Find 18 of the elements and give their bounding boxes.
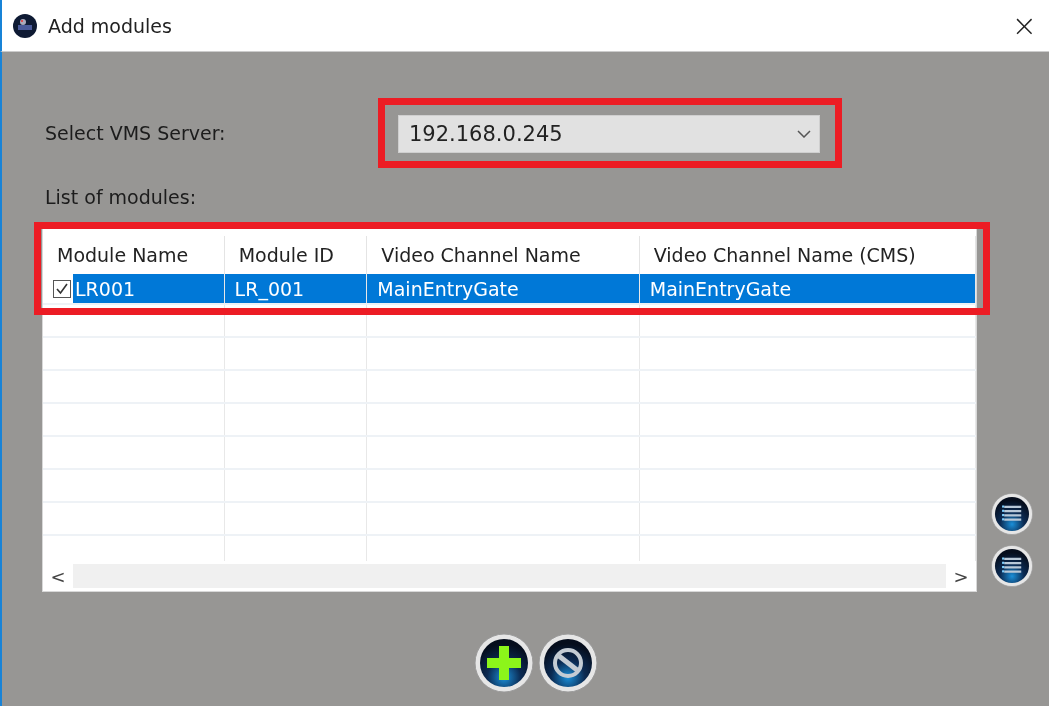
list-icon[interactable] bbox=[990, 492, 1034, 536]
close-button[interactable]: × bbox=[1011, 10, 1037, 41]
table-cell-text: MainEntryGate bbox=[376, 277, 519, 300]
scroll-left-arrow[interactable]: < bbox=[43, 565, 73, 587]
app-icon bbox=[12, 12, 38, 39]
server-dropdown[interactable]: 192.168.0.245 bbox=[398, 115, 820, 153]
cancel-icon[interactable] bbox=[536, 632, 599, 694]
list-icon[interactable] bbox=[990, 544, 1034, 588]
field-label: Select VMS Server: bbox=[45, 122, 227, 144]
table-cell: LR001 bbox=[73, 274, 224, 303]
caret-icon bbox=[797, 130, 811, 138]
scroll-right-arrow[interactable]: > bbox=[946, 565, 976, 587]
add-icon[interactable] bbox=[472, 632, 535, 694]
section-label: List of modules: bbox=[45, 186, 198, 208]
table-cell-text: LR_001 bbox=[233, 277, 305, 300]
checkbox[interactable] bbox=[53, 279, 71, 298]
window-title: Add modules bbox=[48, 14, 173, 37]
table-cell-text: MainEntryGate bbox=[648, 277, 792, 300]
